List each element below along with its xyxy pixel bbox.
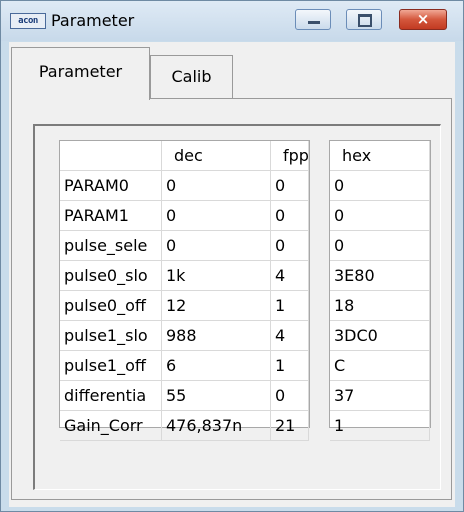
- row-name-cell: pulse0_slo: [60, 261, 162, 291]
- tab-calib[interactable]: Calib: [150, 55, 233, 98]
- fpp-cell[interactable]: 21: [271, 411, 309, 441]
- dec-cell[interactable]: 476,837n: [162, 411, 271, 441]
- row-name-cell: pulse_sele: [60, 231, 162, 261]
- hex-cell[interactable]: 0: [330, 201, 430, 231]
- hex-cell[interactable]: 3DC0: [330, 321, 430, 351]
- dec-cell[interactable]: 988: [162, 321, 271, 351]
- row-name-cell: pulse1_off: [60, 351, 162, 381]
- header-dec: dec: [162, 141, 271, 171]
- app-icon: acon: [10, 13, 46, 29]
- row-name-cell: Gain_Corr: [60, 411, 162, 441]
- dec-cell[interactable]: 0: [162, 171, 271, 201]
- dec-cell[interactable]: 12: [162, 291, 271, 321]
- fpp-cell[interactable]: 4: [271, 261, 309, 291]
- fpp-cell[interactable]: 0: [271, 231, 309, 261]
- parameter-group: dec fpp PARAM0 0 0 PARAM1 0 0 pulse_sele 0 0 pulse0…: [33, 124, 441, 490]
- fpp-cell[interactable]: 1: [271, 291, 309, 321]
- parameter-window: acon Parameter × Calib Parameter dec fpp P…: [0, 0, 464, 512]
- header-hex: hex: [330, 141, 430, 171]
- hex-cell[interactable]: 0: [330, 231, 430, 261]
- hex-cell[interactable]: 1: [330, 411, 430, 441]
- hex-cell[interactable]: 3E80: [330, 261, 430, 291]
- dec-cell[interactable]: 0: [162, 231, 271, 261]
- fpp-cell[interactable]: 0: [271, 381, 309, 411]
- dec-cell[interactable]: 6: [162, 351, 271, 381]
- parameter-table[interactable]: dec fpp PARAM0 0 0 PARAM1 0 0 pulse_sele 0 0 pulse0…: [59, 140, 310, 441]
- row-name-cell: PARAM0: [60, 171, 162, 201]
- dec-cell[interactable]: 55: [162, 381, 271, 411]
- dec-cell[interactable]: 1k: [162, 261, 271, 291]
- row-name-cell: pulse1_slo: [60, 321, 162, 351]
- maximize-button[interactable]: [346, 9, 382, 30]
- dec-cell[interactable]: 0: [162, 201, 271, 231]
- hex-cell[interactable]: 0: [330, 171, 430, 201]
- close-icon: ×: [416, 10, 430, 28]
- fpp-cell[interactable]: 4: [271, 321, 309, 351]
- minimize-icon: [308, 21, 320, 24]
- maximize-icon: [358, 14, 372, 27]
- tab-parameter[interactable]: Parameter: [11, 47, 150, 100]
- row-name-cell: differentia: [60, 381, 162, 411]
- tab-panel: dec fpp PARAM0 0 0 PARAM1 0 0 pulse_sele 0 0 pulse0…: [11, 98, 452, 500]
- hex-cell[interactable]: C: [330, 351, 430, 381]
- hex-cell[interactable]: 18: [330, 291, 430, 321]
- hex-table[interactable]: hex 0 0 0 3E80 18 3DC0 C 37 1: [329, 140, 431, 441]
- hex-cell[interactable]: 37: [330, 381, 430, 411]
- window-client: Calib Parameter dec fpp PARAM0 0 0 PARAM1 0 0 pu…: [9, 42, 455, 507]
- row-name-cell: PARAM1: [60, 201, 162, 231]
- minimize-button[interactable]: [295, 9, 331, 30]
- fpp-cell[interactable]: 0: [271, 201, 309, 231]
- fpp-cell[interactable]: 0: [271, 171, 309, 201]
- close-button[interactable]: ×: [399, 9, 447, 30]
- title-bar[interactable]: acon Parameter ×: [1, 1, 463, 41]
- header-corner: [60, 141, 162, 171]
- window-title: Parameter: [51, 11, 135, 30]
- header-fpp: fpp: [271, 141, 309, 171]
- fpp-cell[interactable]: 1: [271, 351, 309, 381]
- row-name-cell: pulse0_off: [60, 291, 162, 321]
